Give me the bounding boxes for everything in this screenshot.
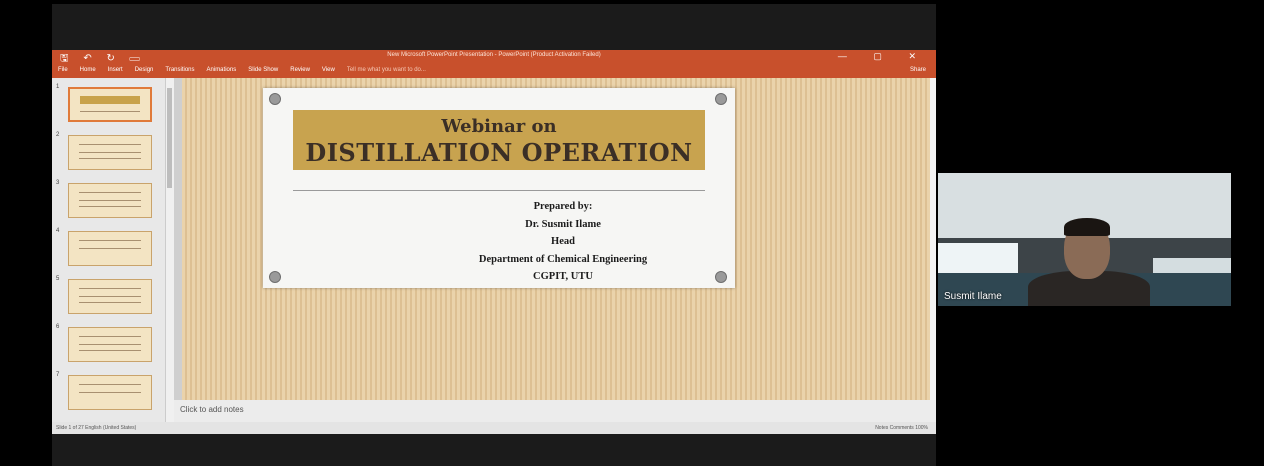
screw-decoration [269, 93, 281, 105]
thumbnail-image[interactable] [68, 135, 152, 170]
tell-me-search[interactable]: Tell me what you want to do... [347, 67, 426, 73]
thumbnail-scrollbar[interactable] [165, 78, 174, 422]
slide-title-line1: Webinar on [441, 116, 557, 137]
thumbnail-image[interactable] [68, 375, 152, 410]
slide-title-band: Webinar on DISTILLATION OPERATION [293, 110, 705, 170]
participant-name: Susmit Ilame [944, 291, 1002, 302]
minimize-icon[interactable]: — [838, 51, 859, 61]
thumbnail-number: 2 [56, 132, 60, 138]
tab-transitions[interactable]: Transitions [165, 67, 194, 73]
thumbnail-image[interactable] [68, 327, 152, 362]
tab-animations[interactable]: Animations [207, 67, 237, 73]
thumbnail-number: 1 [56, 84, 60, 90]
tab-home[interactable]: Home [80, 67, 96, 73]
thumbnail-number: 3 [56, 180, 60, 186]
credit-role: Head [551, 236, 575, 247]
maximize-icon[interactable]: ▢ [873, 51, 894, 61]
thumbnail-slide-4[interactable]: 4 [56, 228, 166, 268]
thumbnail-slide-6[interactable]: 6 [56, 324, 166, 364]
share-button[interactable]: Share [910, 67, 926, 73]
thumbnail-slide-7[interactable]: 7 [56, 372, 166, 412]
thumbnail-slide-3[interactable]: 3 [56, 180, 166, 220]
thumbnail-slide-1[interactable]: 1 [56, 84, 166, 124]
slide-thumbnail-pane: 1 2 3 4 5 6 7 [52, 78, 174, 422]
status-slide-info: Slide 1 of 27 English (United States) [56, 425, 137, 431]
tab-slide-show[interactable]: Slide Show [248, 67, 278, 73]
slide-credits: Prepared by: Dr. Susmit Ilame Head Depar… [413, 198, 713, 286]
credit-institution: CGPIT, UTU [533, 271, 593, 282]
current-slide[interactable]: Webinar on DISTILLATION OPERATION Prepar… [263, 88, 735, 288]
tab-file[interactable]: File [58, 67, 68, 73]
thumbnail-number: 6 [56, 324, 60, 330]
notes-placeholder[interactable]: Click to add notes [180, 405, 244, 414]
tab-insert[interactable]: Insert [108, 67, 123, 73]
tab-review[interactable]: Review [290, 67, 310, 73]
thumbnail-slide-5[interactable]: 5 [56, 276, 166, 316]
participant-figure [1064, 218, 1110, 236]
notes-pane[interactable]: Click to add notes [174, 400, 936, 422]
screw-decoration [269, 271, 281, 283]
slide-title-line2: DISTILLATION OPERATION [305, 138, 693, 167]
thumbnail-image[interactable] [68, 87, 152, 122]
thumbnail-number: 7 [56, 372, 60, 378]
ribbon-tabs: File Home Insert Design Transitions Anim… [52, 64, 936, 78]
status-bar: Slide 1 of 27 English (United States) No… [52, 422, 936, 434]
thumbnail-image[interactable] [68, 183, 152, 218]
screw-decoration [715, 271, 727, 283]
editor-scrollbar[interactable] [930, 78, 936, 400]
screen-share: 🖫 ↶ ↻ ▭ New Microsoft PowerPoint Present… [0, 0, 1264, 466]
thumbnail-number: 4 [56, 228, 60, 234]
credit-prepared-by: Prepared by: [533, 201, 593, 212]
screw-decoration [715, 93, 727, 105]
thumbnail-number: 5 [56, 276, 60, 282]
window-controls[interactable]: — ▢ ✕ [838, 51, 928, 62]
thumbnail-image[interactable] [68, 279, 152, 314]
window-title: New Microsoft PowerPoint Presentation - … [387, 52, 601, 58]
participant-video-tile[interactable]: Susmit Ilame [938, 173, 1231, 306]
thumbnail-slide-2[interactable]: 2 [56, 132, 166, 172]
thumbnail-image[interactable] [68, 231, 152, 266]
close-icon[interactable]: ✕ [908, 51, 928, 61]
tab-view[interactable]: View [322, 67, 335, 73]
tab-design[interactable]: Design [135, 67, 154, 73]
title-bar: 🖫 ↶ ↻ ▭ New Microsoft PowerPoint Present… [52, 50, 936, 64]
credit-author: Dr. Susmit Ilame [525, 218, 601, 230]
status-view-controls[interactable]: Notes Comments 100% [875, 425, 928, 431]
divider [293, 190, 705, 191]
credit-department: Department of Chemical Engineering [478, 253, 648, 265]
